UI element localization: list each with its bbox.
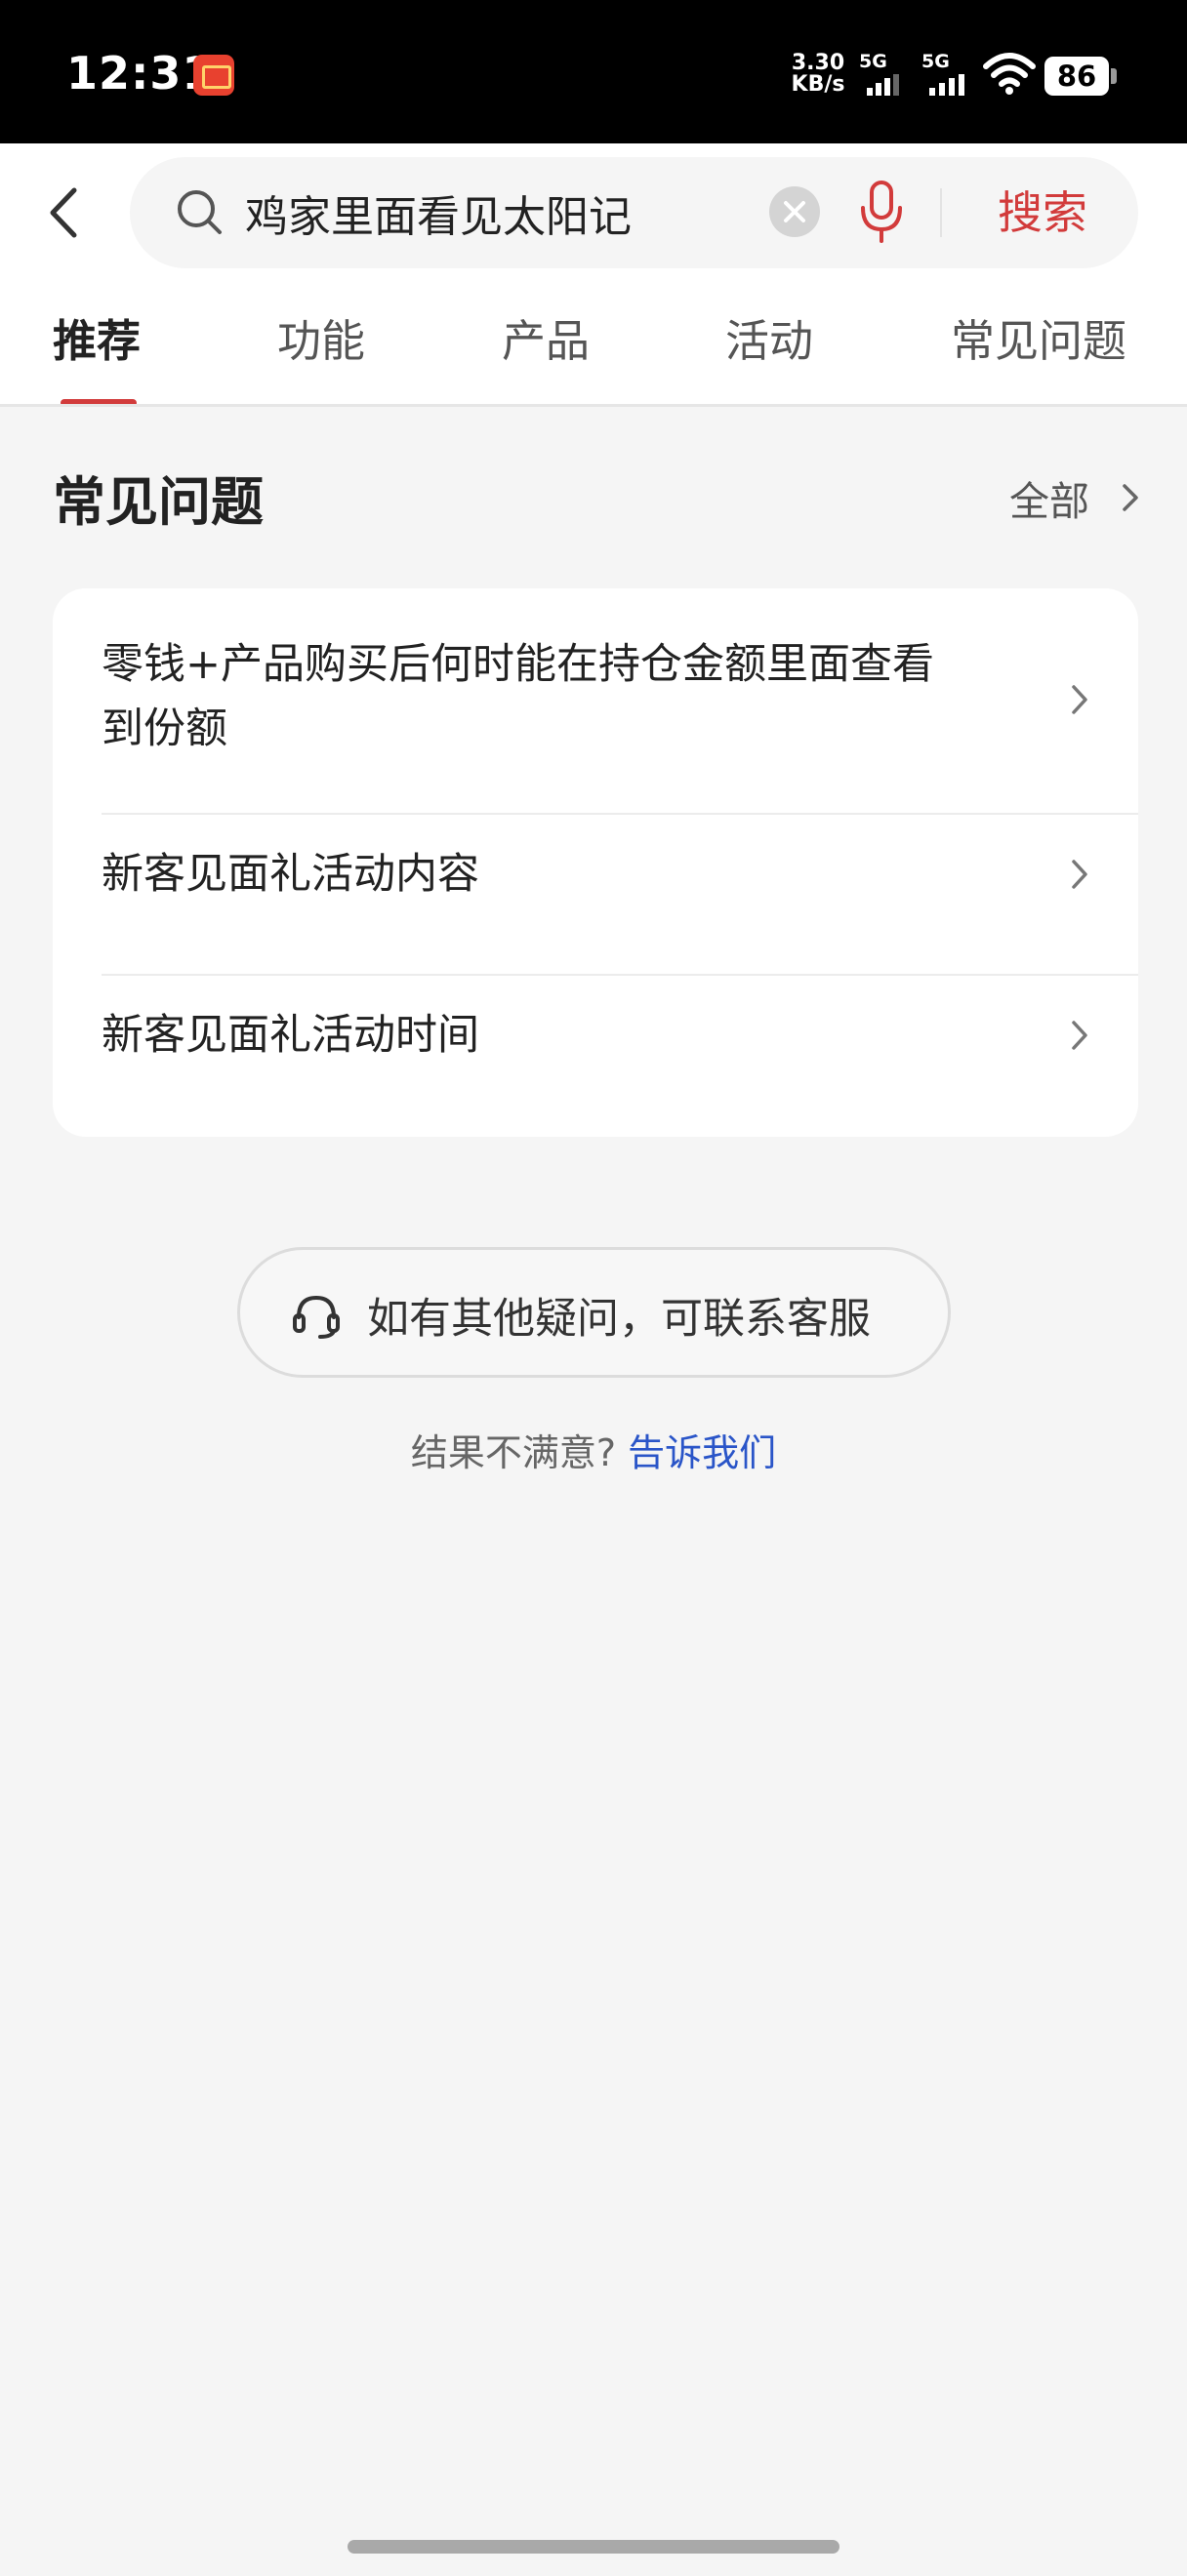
battery-icon: 86	[1044, 57, 1109, 96]
faq-item[interactable]: 新客见面礼活动内容	[102, 842, 1138, 940]
tab-faq[interactable]: 常见问题	[951, 305, 1126, 369]
tab-features[interactable]: 功能	[277, 305, 365, 369]
see-all-label: 全部	[1009, 478, 1089, 525]
battery-level: 86	[1056, 60, 1097, 93]
clear-icon[interactable]	[769, 186, 820, 237]
screen: 12:31 3.30 KB/s 5G 5G 86 鸡家里面看见太阳记 搜索 推荐…	[0, 0, 1187, 2576]
sim2-label: 5G	[921, 51, 950, 72]
app-notification-icon	[193, 55, 234, 96]
contact-support-label: 如有其他疑问，可联系客服	[367, 1295, 871, 1344]
feedback-label: 结果不满意?	[410, 1431, 617, 1474]
faq-divider	[102, 974, 1138, 976]
tab-recommended[interactable]: 推荐	[53, 305, 141, 369]
faq-item-label: 新客见面礼活动内容	[102, 850, 479, 899]
faq-item-line1: 零钱+产品购买后何时能在持仓金额里面查看	[102, 640, 935, 689]
status-time: 12:31	[66, 47, 215, 100]
section-title: 常见问题	[53, 471, 264, 533]
clear-x-icon	[784, 201, 805, 222]
signal-bars-sim1-icon	[867, 74, 899, 96]
microphone-icon[interactable]	[857, 179, 906, 247]
chevron-right-icon	[1072, 1021, 1087, 1050]
faq-item-label: 新客见面礼活动时间	[102, 1011, 479, 1060]
faq-item-line2: 到份额	[102, 704, 227, 753]
tab-activities[interactable]: 活动	[725, 305, 813, 369]
feedback-link[interactable]: 告诉我们	[628, 1431, 776, 1474]
tab-products[interactable]: 产品	[502, 305, 590, 369]
faq-item[interactable]: 零钱+产品购买后何时能在持仓金额里面查看 到份额	[102, 632, 1138, 769]
faq-item[interactable]: 新客见面礼活动时间	[102, 1003, 1138, 1101]
search-button[interactable]: 搜索	[969, 177, 1116, 249]
chevron-right-icon	[1072, 860, 1087, 889]
headset-icon	[293, 1295, 340, 1339]
faq-item-label: 零钱+产品购买后何时能在持仓金额里面查看 到份额	[102, 632, 1058, 761]
contact-support-button[interactable]: 如有其他疑问，可联系客服	[237, 1247, 951, 1378]
chevron-right-icon	[1072, 685, 1087, 714]
signal-icon: 5G	[921, 51, 972, 96]
header-divider	[0, 404, 1187, 407]
status-bar: 12:31 3.30 KB/s 5G 5G 86	[0, 0, 1187, 143]
search-icon	[178, 190, 222, 234]
chevron-right-icon	[1123, 484, 1138, 511]
search-input[interactable]	[245, 179, 792, 247]
network-speed-unit: KB/s	[791, 72, 845, 97]
search-bar: 搜索	[130, 157, 1138, 268]
signal-bars-sim2-icon	[929, 74, 964, 96]
header: 搜索 推荐 功能 产品 活动 常见问题	[0, 143, 1187, 407]
feedback-row: 结果不满意? 告诉我们	[0, 1423, 1187, 1476]
see-all-link[interactable]: 全部	[1009, 468, 1138, 525]
network-speed: 3.30 KB/s	[789, 53, 847, 96]
search-divider	[940, 188, 942, 237]
battery-cap	[1111, 68, 1117, 84]
wifi-icon	[983, 53, 1036, 95]
back-arrow-icon[interactable]	[37, 179, 96, 247]
sim1-label: 5G	[859, 51, 887, 72]
network-speed-value: 3.30	[791, 51, 845, 75]
home-indicator[interactable]	[348, 2540, 839, 2554]
signal-icon: 5G	[859, 51, 910, 96]
faq-card: 零钱+产品购买后何时能在持仓金额里面查看 到份额 新客见面礼活动内容 新客见面礼…	[53, 588, 1138, 1137]
faq-divider	[102, 813, 1138, 815]
tab-bar: 推荐 功能 产品 活动 常见问题	[0, 292, 1187, 407]
